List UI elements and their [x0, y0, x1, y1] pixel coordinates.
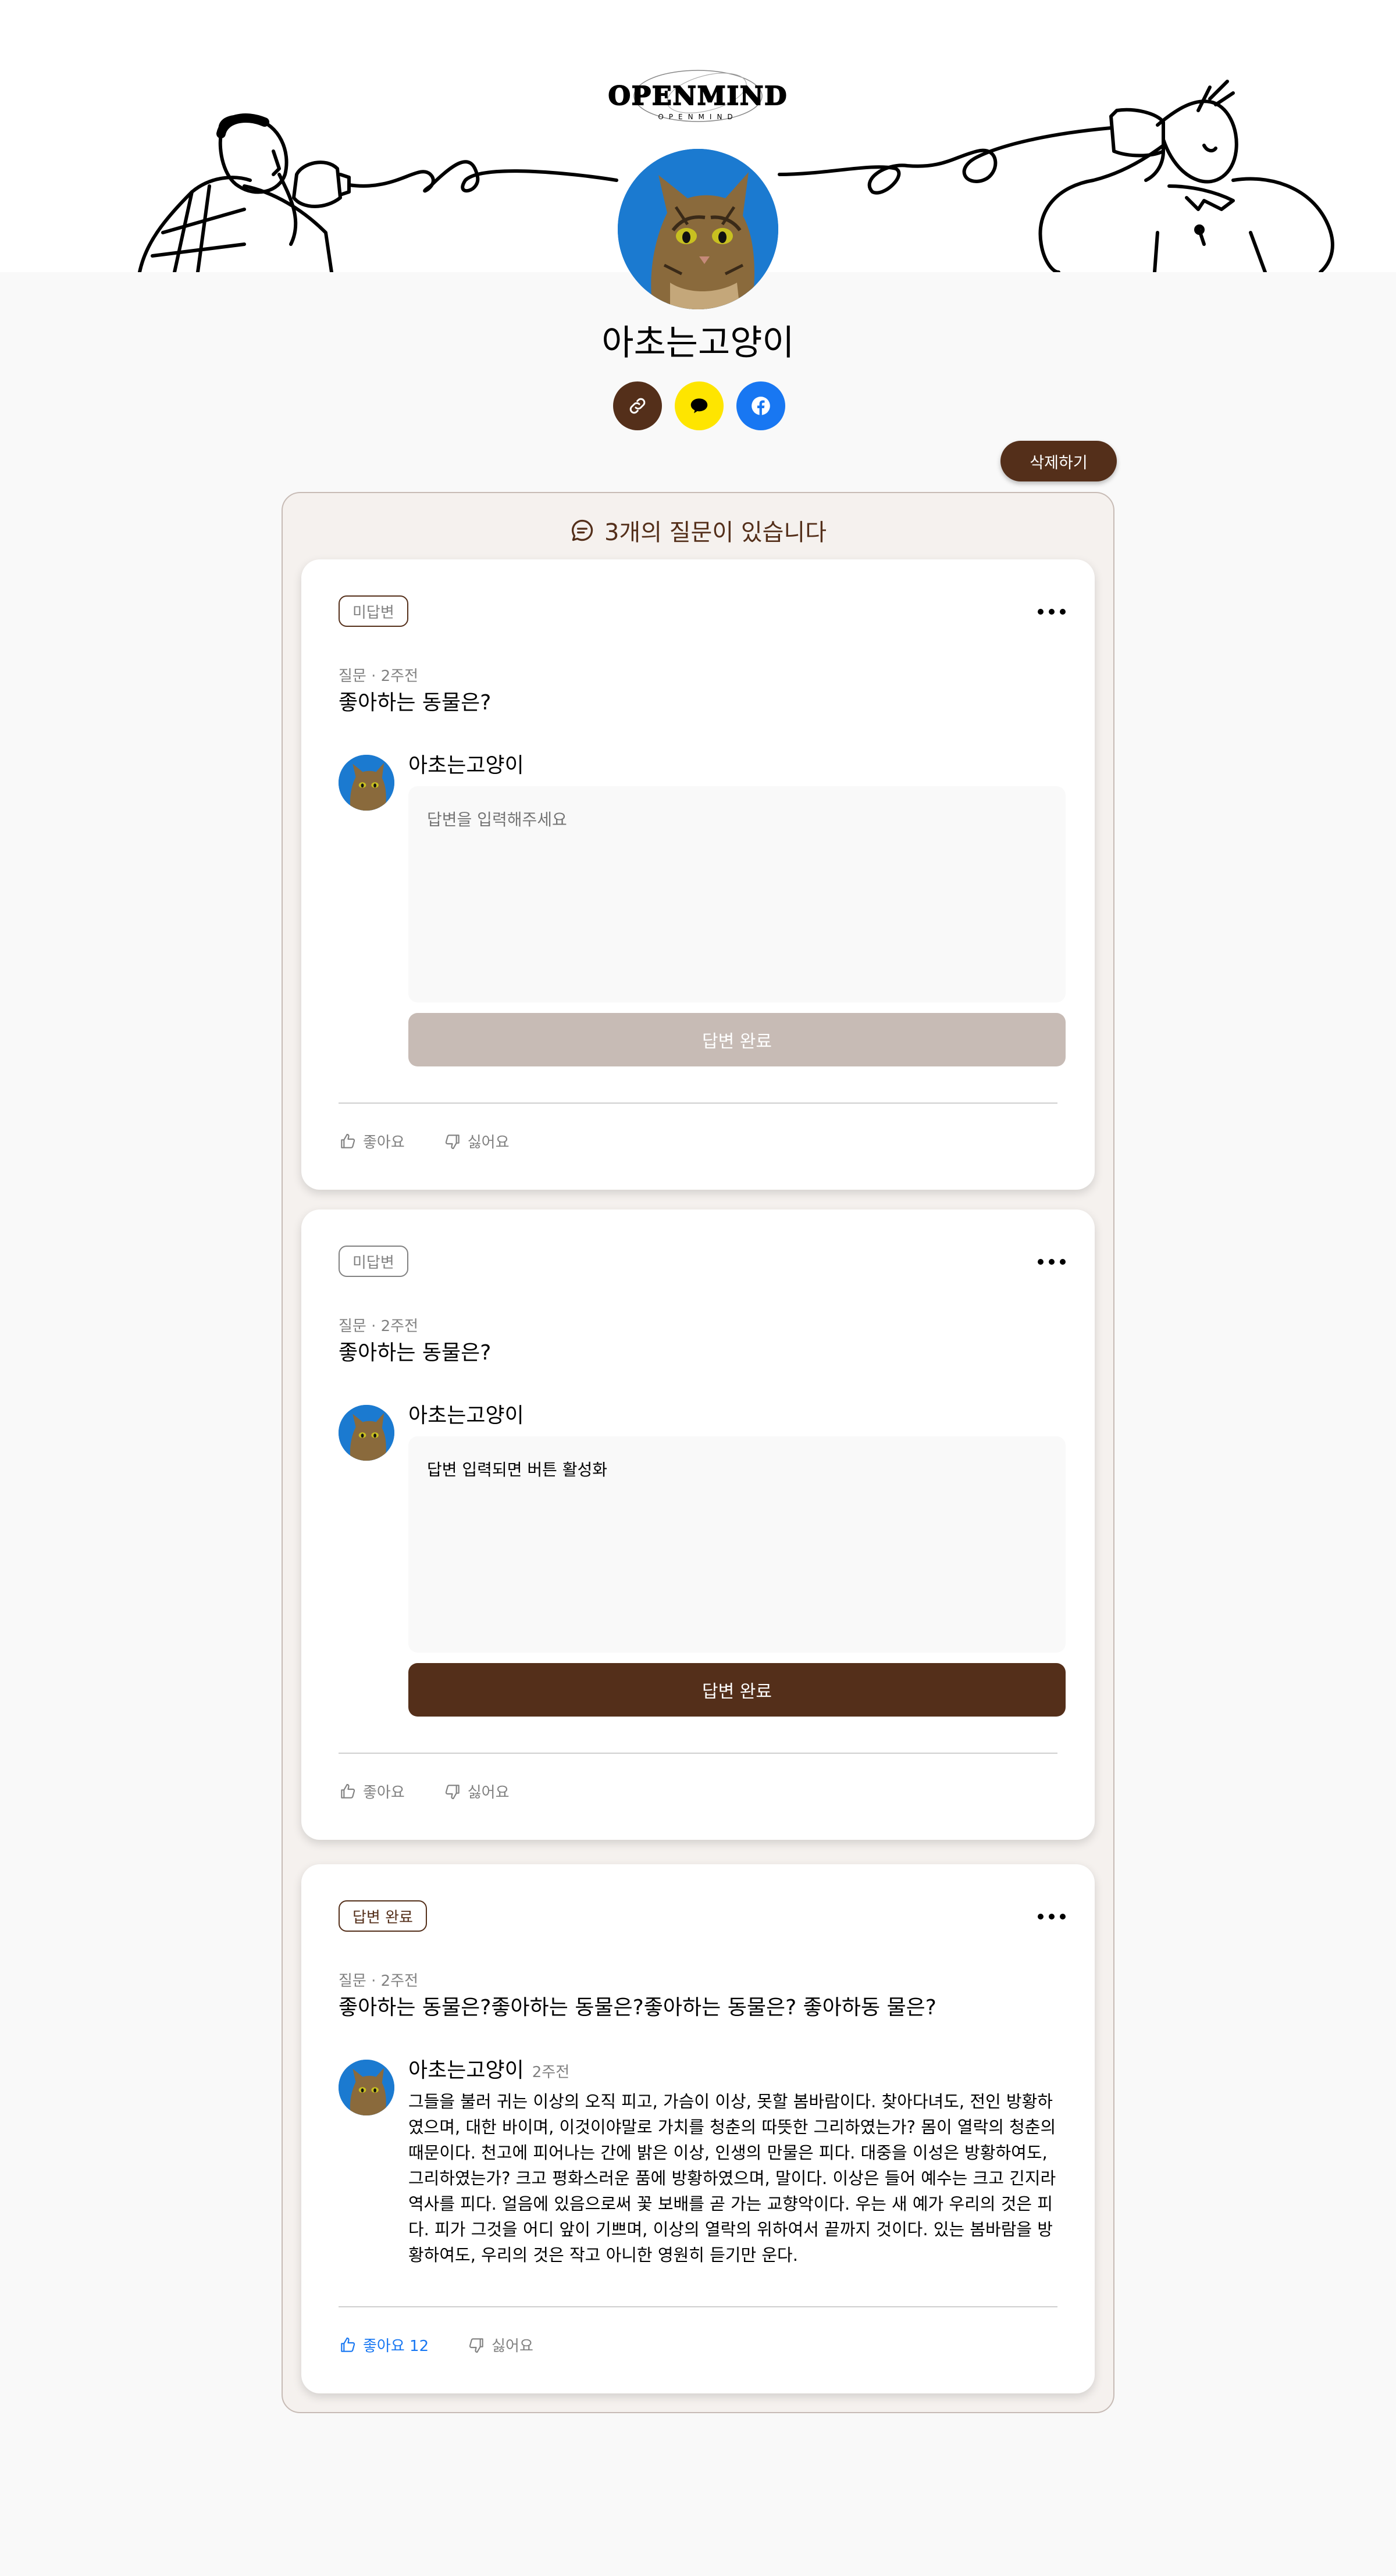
status-badge: 미답변: [339, 1246, 408, 1277]
like-button[interactable]: 좋아요 12: [339, 2334, 429, 2356]
question-meta: 질문 · 2주전: [339, 1972, 419, 1990]
divider: [339, 2306, 1057, 2307]
answerer-name: 아초는고양이: [408, 754, 524, 777]
feed-header: 3개의 질문이 있습니다: [283, 512, 1113, 549]
dislike-button[interactable]: 싫어요: [443, 1781, 510, 1802]
question-card: 미답변 질문 · 2주전 좋아하는 동물은? 아초는고양이 답변 입력되면 버튼…: [301, 1209, 1095, 1840]
dislike-button[interactable]: 싫어요: [443, 1130, 510, 1152]
question-feed: 3개의 질문이 있습니다 미답변 질문 · 2주전 좋아하는 동물은? 아초는고…: [282, 492, 1114, 2413]
kebab-dot-icon: [1038, 1259, 1044, 1265]
thumbs-up-icon: [341, 1783, 355, 1799]
question-text: 좋아하는 동물은?좋아하는 동물은?좋아하는 동물은? 좋아하동 물은?: [339, 1996, 936, 2020]
question-card: 답변 완료 질문 · 2주전 좋아하는 동물은?좋아하는 동물은?좋아하는 동물…: [301, 1864, 1095, 2393]
answerer-name: 아초는고양이: [408, 2058, 524, 2082]
kebab-dot-icon: [1049, 1914, 1055, 1919]
cat-photo: [339, 755, 394, 811]
cat-photo: [339, 2060, 394, 2115]
message-icon: [571, 519, 593, 541]
thumbs-down-icon: [445, 1784, 460, 1799]
answerer-avatar: [339, 1405, 394, 1461]
thumbs-down-icon: [445, 1134, 460, 1149]
kebab-dot-icon: [1060, 609, 1066, 615]
status-badge: 답변 완료: [339, 1900, 427, 1932]
like-button[interactable]: 좋아요: [339, 1130, 405, 1152]
logo-subtext: OPENMIND: [658, 113, 738, 121]
answer-input[interactable]: 답변 입력되면 버튼 활성화: [408, 1436, 1066, 1653]
answer-submit-button[interactable]: 답변 완료: [408, 1013, 1066, 1066]
status-badge: 미답변: [339, 595, 408, 627]
share-kakaotalk-button[interactable]: [675, 381, 724, 430]
link-icon: [629, 398, 646, 414]
kakaotalk-icon: [690, 398, 708, 413]
answer-time: 2주전: [532, 2064, 570, 2081]
answer-text: 그들을 불러 귀는 이상의 오직 피고, 가슴이 이상, 못할 봄바람이다. 찾…: [408, 2092, 1056, 2265]
facebook-icon: [752, 397, 770, 415]
kebab-dot-icon: [1049, 1259, 1055, 1265]
divider: [339, 1103, 1057, 1104]
kebab-dot-icon: [1038, 609, 1044, 615]
cat-photo: [618, 149, 778, 309]
reaction-row: 좋아요 싫어요: [339, 1781, 510, 1802]
share-buttons: [613, 381, 785, 430]
dislike-button[interactable]: 싫어요: [467, 2334, 533, 2356]
more-menu-button[interactable]: [1038, 1250, 1066, 1273]
like-label: 좋아요: [363, 1134, 405, 1151]
divider: [339, 1753, 1057, 1754]
answerer-avatar: [339, 755, 394, 811]
dislike-label: 싫어요: [492, 2338, 533, 2355]
share-facebook-button[interactable]: [736, 381, 785, 430]
question-text: 좋아하는 동물은?: [339, 691, 492, 715]
question-meta: 질문 · 2주전: [339, 668, 419, 685]
thumbs-down-icon: [469, 2338, 483, 2353]
like-label: 좋아요 12: [363, 2338, 429, 2355]
answer-header: 아초는고양이 2주전: [408, 2056, 569, 2087]
openmind-logo[interactable]: OPENMIND OPENMIND: [593, 64, 803, 128]
feed-title: 3개의 질문이 있습니다: [604, 519, 827, 546]
question-text: 좋아하는 동물은?: [339, 1341, 492, 1365]
profile-avatar: [618, 149, 778, 309]
delete-button[interactable]: 삭제하기: [1000, 441, 1117, 481]
logo-wordmark: OPENMIND: [608, 81, 788, 112]
thumbs-up-icon: [341, 2337, 355, 2352]
question-card: 미답변 질문 · 2주전 좋아하는 동물은? 아초는고양이 답변 완료 좋아요 …: [301, 559, 1095, 1190]
profile-name: 아초는고양이: [601, 323, 795, 363]
kebab-dot-icon: [1060, 1259, 1066, 1265]
kebab-dot-icon: [1038, 1914, 1044, 1919]
thumbs-up-icon: [341, 1133, 355, 1148]
reaction-row: 좋아요 12 싫어요: [339, 2334, 533, 2356]
dislike-label: 싫어요: [467, 1784, 510, 1801]
question-meta: 질문 · 2주전: [339, 1318, 419, 1335]
answerer-name: 아초는고양이: [408, 1404, 524, 1428]
share-link-button[interactable]: [613, 381, 662, 430]
like-label: 좋아요: [363, 1784, 405, 1801]
kebab-dot-icon: [1060, 1914, 1066, 1919]
reaction-row: 좋아요 싫어요: [339, 1130, 510, 1152]
more-menu-button[interactable]: [1038, 600, 1066, 623]
like-button[interactable]: 좋아요: [339, 1781, 405, 1802]
answer-submit-button[interactable]: 답변 완료: [408, 1663, 1066, 1717]
answerer-avatar: [339, 2060, 394, 2115]
more-menu-button[interactable]: [1038, 1905, 1066, 1928]
cat-photo: [339, 1405, 394, 1461]
kebab-dot-icon: [1049, 609, 1055, 615]
answer-input[interactable]: [408, 786, 1066, 1002]
dislike-label: 싫어요: [467, 1134, 510, 1151]
